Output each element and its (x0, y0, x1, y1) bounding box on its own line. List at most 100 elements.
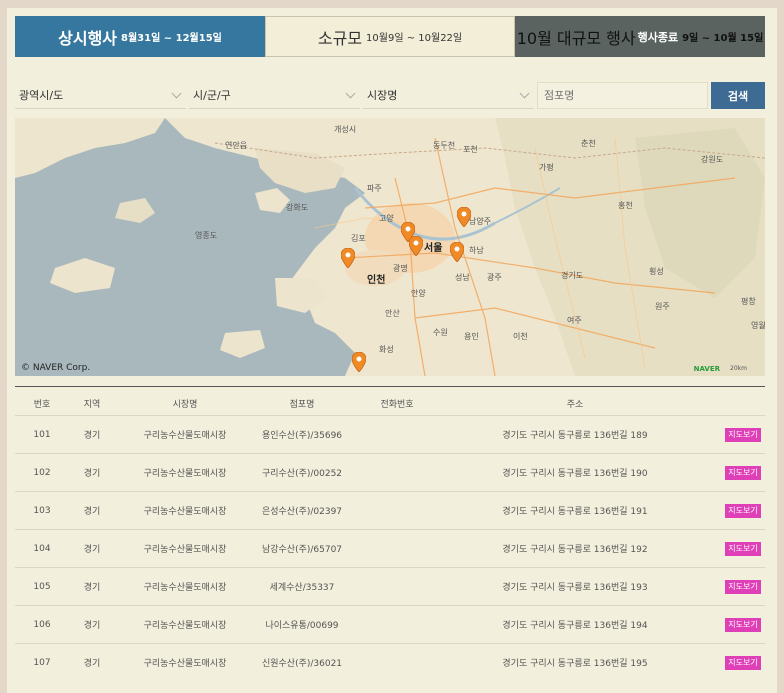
map-label-icheon: 이천 (513, 332, 528, 341)
view-map-button[interactable]: 지도보기 (725, 579, 761, 594)
store-pin-icon[interactable] (450, 242, 464, 262)
map-label-hongcheon: 홍천 (618, 201, 633, 210)
view-map-button[interactable]: 지도보기 (725, 541, 761, 556)
store-pin-icon[interactable] (341, 248, 355, 268)
cell-market: 구리농수산물도매시장 (143, 545, 227, 555)
province-select[interactable]: 광역시/도 (15, 82, 186, 109)
table-row: 104 경기 구리농수산물도매시장 남강수산(주)/65707 경기도 구리시 … (15, 529, 765, 567)
map-label-ganghwa: 강화도 (286, 203, 309, 212)
event-tabs: 상시행사 8월31일 ~ 12월15일 소규모 10월9일 ~ 10월22일 1… (15, 16, 765, 57)
table-row: 107 경기 구리농수산물도매시장 신원수산(주)/36021 경기도 구리시 … (15, 643, 765, 681)
district-select-value: 시/군/구 (193, 89, 231, 102)
cell-number: 107 (33, 657, 51, 668)
district-select[interactable]: 시/군/구 (189, 82, 360, 109)
tab-title: 10월 대규모 행사 (516, 28, 636, 48)
tab-small-event[interactable]: 소규모 10월9일 ~ 10월22일 (265, 16, 515, 57)
map-label-gaeseong: 개성시 (334, 125, 357, 134)
store-pin-icon[interactable] (409, 236, 423, 256)
cell-address: 경기도 구리시 동구릉로 136번길 193 (502, 583, 648, 593)
cell-store: 용인수산(주)/35696 (261, 431, 343, 441)
cell-number: 105 (33, 581, 51, 592)
map-label-suwon: 수원 (433, 328, 448, 337)
map-label-hwaseong: 화성 (379, 345, 394, 354)
table-row: 105 경기 구리농수산물도매시장 세계수산/35337 경기도 구리시 동구릉… (15, 567, 765, 605)
chevron-down-icon (519, 88, 530, 99)
tab-dates: 10월9일 ~ 10월22일 (366, 33, 463, 44)
tab-dates: 9일 ~ 10월 15일 (682, 33, 764, 44)
view-map-button[interactable]: 지도보기 (725, 503, 761, 518)
table-row: 106 경기 구리농수산물도매시장 나이스유통/00699 경기도 구리시 동구… (15, 605, 765, 643)
map-label-incheon: 인천 (367, 275, 386, 286)
map-label-yeoju: 여주 (567, 316, 582, 325)
cell-store: 은성수산(주)/02397 (261, 507, 343, 517)
map-scale: 20km (730, 365, 747, 372)
search-button[interactable]: 검색 (711, 82, 765, 109)
map-label-gyeonggi: 경기도 (561, 271, 584, 280)
table-top-divider (15, 386, 765, 387)
map-label-gangwon: 강원도 (701, 155, 724, 164)
map-label-namyangju: 남양주 (469, 217, 492, 226)
map-label-seoul: 서울 (424, 243, 443, 254)
header-store: 점포명 (289, 399, 315, 410)
map-label-gimpo: 김포 (351, 234, 366, 243)
view-map-button[interactable]: 지도보기 (725, 465, 761, 480)
market-select-value: 시장명 (367, 89, 398, 102)
map-label-gwangju: 광주 (487, 273, 502, 282)
market-select[interactable]: 시장명 (363, 82, 534, 109)
table-row: 101 경기 구리농수산물도매시장 용인수산(주)/35696 경기도 구리시 … (15, 415, 765, 453)
cell-address: 경기도 구리시 동구릉로 136번길 189 (502, 431, 648, 441)
map-label-pocheon: 포천 (463, 145, 478, 154)
map-label-hoengseong: 횡성 (649, 267, 664, 276)
cell-store: 세계수산/35337 (269, 583, 335, 593)
view-map-button[interactable]: 지도보기 (725, 617, 761, 632)
view-map-button[interactable]: 지도보기 (725, 427, 761, 442)
store-map[interactable]: 개성시 연안읍 동두천 포천 춘천 강원도 가평 파주 강화도 고양 홍천 남양… (15, 118, 765, 376)
cell-address: 경기도 구리시 동구릉로 136번길 192 (502, 545, 648, 555)
header-number: 번호 (33, 399, 51, 410)
cell-number: 106 (33, 619, 51, 630)
header-region: 지역 (83, 399, 101, 410)
map-label-yeonan: 연안읍 (225, 141, 248, 150)
view-map-button[interactable]: 지도보기 (725, 655, 761, 670)
store-name-input[interactable] (537, 82, 708, 109)
map-label-hanam: 하남 (469, 246, 484, 255)
map-label-chuncheon: 춘천 (581, 139, 596, 148)
map-label-paju: 파주 (367, 184, 382, 193)
table-row: 103 경기 구리농수산물도매시장 은성수산(주)/02397 경기도 구리시 … (15, 491, 765, 529)
map-label-yongin: 용인 (464, 332, 479, 341)
cell-region: 경기 (83, 621, 101, 631)
cell-market: 구리농수산물도매시장 (143, 621, 227, 631)
cell-market: 구리농수산물도매시장 (143, 469, 227, 479)
cell-address: 경기도 구리시 동구릉로 136번길 190 (502, 469, 648, 479)
map-label-gapyeong: 가평 (539, 163, 554, 172)
map-label-anyang: 안양 (411, 289, 426, 298)
table-row: 102 경기 구리농수산물도매시장 구리수산(주)/00252 경기도 구리시 … (15, 453, 765, 491)
cell-number: 101 (33, 429, 51, 440)
map-label-ansan: 안산 (385, 309, 400, 318)
cell-region: 경기 (83, 545, 101, 555)
event-ended-badge: 행사종료 (637, 30, 679, 44)
tab-title: 상시행사 (58, 28, 118, 48)
table-header: 번호 지역 시장명 점포명 전화번호 주소 (15, 388, 765, 418)
tab-title: 소규모 (317, 28, 363, 48)
map-label-wonju: 원주 (655, 302, 670, 311)
store-pin-icon[interactable] (352, 352, 366, 372)
tab-large-event[interactable]: 10월 대규모 행사 행사종료 9일 ~ 10월 15일 (515, 16, 765, 57)
cell-store: 나이스유통/00699 (265, 621, 339, 631)
map-label-goyang: 고양 (379, 214, 394, 223)
store-pin-icon[interactable] (457, 207, 471, 227)
content-panel: 상시행사 8월31일 ~ 12월15일 소규모 10월9일 ~ 10월22일 1… (7, 8, 777, 693)
cell-address: 경기도 구리시 동구릉로 136번길 194 (502, 621, 648, 631)
cell-region: 경기 (83, 583, 101, 593)
chevron-down-icon (171, 88, 182, 99)
map-label-yeongwol: 영월 (751, 321, 765, 330)
province-select-value: 광역시/도 (19, 89, 64, 102)
map-label-seongnam: 성남 (455, 273, 470, 282)
search-filters: 광역시/도 시/군/구 시장명 검색 (15, 82, 765, 109)
cell-number: 104 (33, 543, 51, 554)
cell-store: 신원수산(주)/36021 (261, 659, 343, 669)
cell-store: 구리수산(주)/00252 (261, 469, 343, 479)
tab-regular-event[interactable]: 상시행사 8월31일 ~ 12월15일 (15, 16, 265, 57)
cell-store: 남강수산(주)/65707 (261, 545, 343, 555)
cell-address: 경기도 구리시 동구릉로 136번길 191 (502, 507, 648, 517)
